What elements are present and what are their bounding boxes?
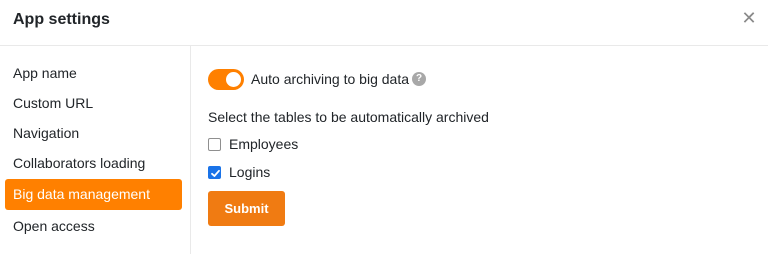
- sidebar-item-open-access[interactable]: Open access: [5, 211, 182, 242]
- sidebar-item-app-name[interactable]: App name: [5, 58, 182, 89]
- submit-button[interactable]: Submit: [208, 191, 285, 226]
- settings-content: Auto archiving to big data ? Select the …: [191, 46, 768, 254]
- auto-archiving-label: Auto archiving to big data: [251, 71, 409, 87]
- question-circle-icon[interactable]: ?: [412, 72, 426, 86]
- employees-checkbox[interactable]: [208, 138, 221, 151]
- select-tables-label: Select the tables to be automatically ar…: [208, 109, 489, 125]
- dialog-header: App settings ✕: [0, 0, 768, 46]
- logins-label: Logins: [229, 164, 271, 180]
- checkmark-icon: [211, 169, 220, 177]
- auto-archiving-toggle[interactable]: [208, 69, 244, 90]
- settings-sidebar: App name Custom URL Navigation Collabora…: [0, 46, 191, 254]
- toggle-knob: [226, 72, 241, 87]
- employees-label: Employees: [229, 136, 299, 152]
- dialog-title: App settings: [13, 11, 110, 28]
- sidebar-item-navigation[interactable]: Navigation: [5, 118, 182, 149]
- sidebar-item-collaborators-loading[interactable]: Collaborators loading: [5, 148, 182, 179]
- sidebar-item-custom-url[interactable]: Custom URL: [5, 88, 182, 119]
- logins-checkbox[interactable]: [208, 166, 221, 179]
- sidebar-item-big-data-management[interactable]: Big data management: [5, 179, 182, 210]
- close-icon[interactable]: ✕: [740, 9, 758, 27]
